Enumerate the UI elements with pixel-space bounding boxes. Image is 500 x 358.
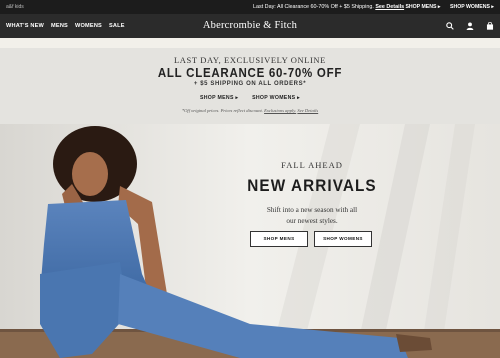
- promo-subline: + $5 SHIPPING ON ALL ORDERS*: [193, 81, 307, 87]
- hero-eyebrow: FALL AHEAD: [281, 160, 343, 170]
- nav-icons: [434, 14, 494, 38]
- hero-title: NEW ARRIVALS: [247, 176, 377, 195]
- fine-print-text: *Off original prices. Prices reflect dis…: [181, 108, 263, 113]
- utility-shop-mens-link[interactable]: SHOP MENS ▸: [405, 4, 440, 10]
- promo-links: SHOP MENS ▸ SHOP WOMENS ▸: [0, 95, 500, 101]
- promo-fine-print: *Off original prices. Prices reflect dis…: [0, 108, 500, 113]
- search-icon[interactable]: [446, 22, 454, 30]
- brand-logo[interactable]: Abercrombie & Fitch: [0, 14, 500, 38]
- exclusions-link[interactable]: Exclusions apply.: [264, 108, 296, 113]
- user-icon[interactable]: [466, 22, 474, 30]
- hero-body: Shift into a new season with all our new…: [232, 205, 392, 227]
- utility-promo-text: Last Day: All Clearance 60-70% Off + $5 …: [253, 4, 374, 10]
- hero-buttons: SHOP MENS SHOP WOMENS: [250, 231, 380, 249]
- hero-shop-womens-button[interactable]: SHOP WOMENS: [314, 231, 372, 247]
- utility-shop-links: SHOP MENS ▸ SHOP WOMENS ▸: [397, 0, 494, 14]
- promo-shop-womens-link[interactable]: SHOP WOMENS ▸: [252, 95, 300, 101]
- bag-icon[interactable]: [486, 22, 494, 30]
- fine-see-details-link[interactable]: See Details: [297, 108, 318, 113]
- promo-shop-mens-link[interactable]: SHOP MENS ▸: [200, 95, 238, 101]
- promo-eyebrow: LAST DAY, EXCLUSIVELY ONLINE: [174, 55, 326, 65]
- utility-shop-womens-link[interactable]: SHOP WOMENS ▸: [450, 4, 494, 10]
- main-nav: WHAT'S NEW MENS WOMENS SALE Abercrombie …: [0, 14, 500, 38]
- hero-body-line-2: our newest styles.: [286, 217, 338, 225]
- utility-promo: Last Day: All Clearance 60-70% Off + $5 …: [253, 0, 404, 14]
- kids-site-link[interactable]: a&f kids: [6, 0, 24, 14]
- clearance-promo: LAST DAY, EXCLUSIVELY ONLINE ALL CLEARAN…: [0, 48, 500, 124]
- utility-bar: a&f kids Last Day: All Clearance 60-70% …: [0, 0, 500, 14]
- hero-body-line-1: Shift into a new season with all: [266, 206, 358, 214]
- hero-banner: FALL AHEAD NEW ARRIVALS Shift into a new…: [0, 124, 500, 358]
- hero-shop-mens-button[interactable]: SHOP MENS: [250, 231, 308, 247]
- hero-copy: FALL AHEAD NEW ARRIVALS Shift into a new…: [232, 160, 392, 227]
- promo-headline: ALL CLEARANCE 60-70% OFF: [157, 66, 343, 80]
- header-divider: [0, 38, 500, 48]
